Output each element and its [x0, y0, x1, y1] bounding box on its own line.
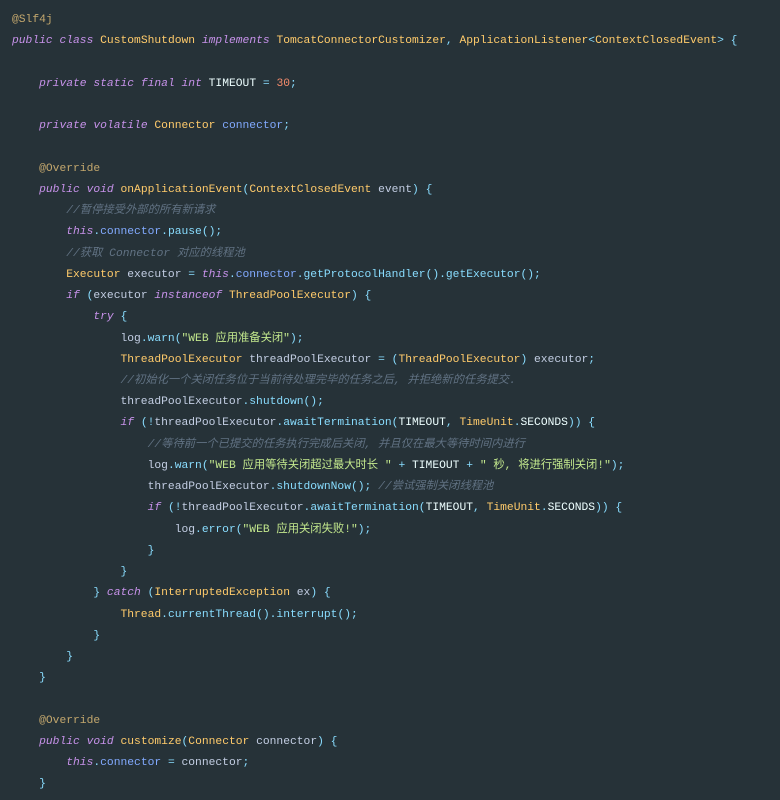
- annotation-slf4j: @Slf4j: [12, 14, 53, 26]
- code-block: @Slf4j public class CustomShutdown imple…: [0, 0, 780, 800]
